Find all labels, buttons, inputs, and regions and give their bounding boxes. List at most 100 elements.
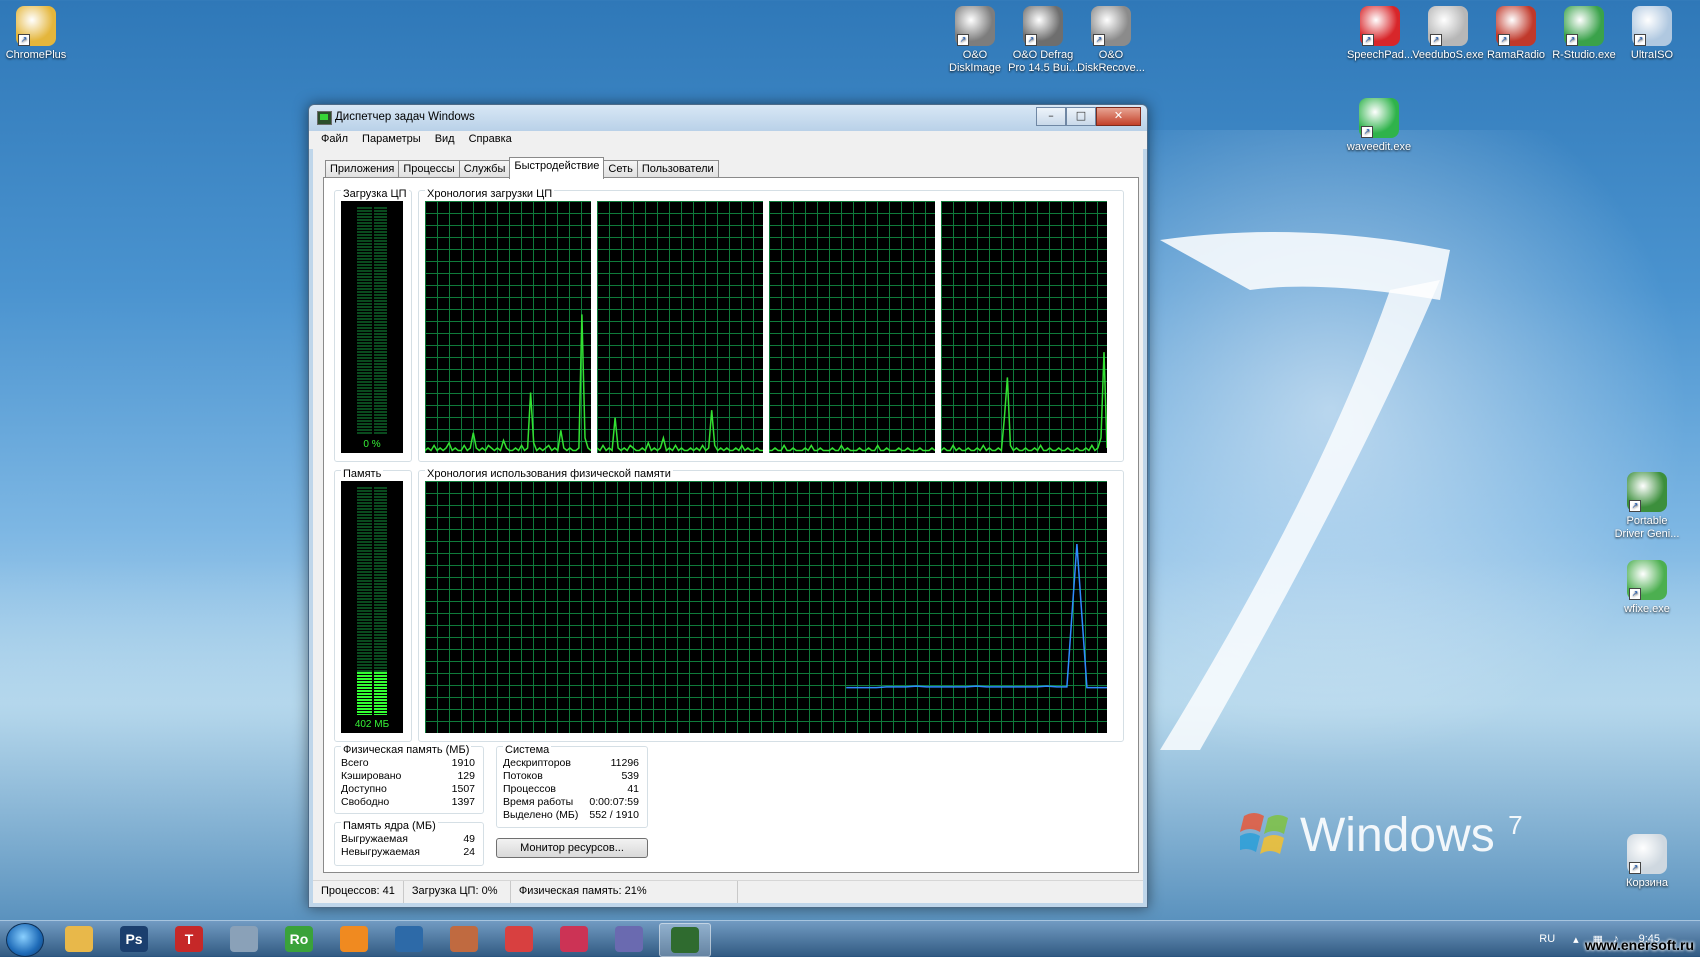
physical-memory-group: Физическая память (МБ) Всего 1910 Кэширова… (334, 744, 484, 814)
x-app-icon (395, 926, 423, 952)
graph-panel (425, 201, 591, 453)
stat-value: 49 (463, 833, 475, 845)
graph-svg (425, 314, 591, 452)
windows-brand: Windows 7 (1300, 808, 1523, 863)
start-button[interactable] (6, 923, 44, 957)
stat-label: Время работы (503, 796, 574, 808)
series-line-cpu-2 (769, 443, 935, 452)
app-icon: ↗ (16, 6, 56, 46)
series-line-cpu-3 (941, 352, 1107, 452)
system-stats: Дескрипторов 11296 Потоков 539 Процессов 41 Вр… (503, 757, 639, 822)
stat-value: 1910 (451, 757, 475, 769)
taskbar-app-explorer[interactable] (54, 923, 104, 955)
desktop-icon[interactable]: ↗ VeeduboS.exe (1412, 6, 1484, 62)
memory-label: Память (341, 468, 384, 480)
tray-arrow-icon[interactable]: ▴ (1573, 933, 1579, 946)
taskbar-app-chrome[interactable] (494, 923, 544, 955)
stat-row: Невыгружаемая 24 (341, 846, 475, 859)
system-title: Система (503, 744, 552, 756)
ro-app-icon: Ro (285, 926, 313, 952)
app-icon: ↗ (1359, 98, 1399, 138)
windows-flag-icon (1240, 813, 1288, 854)
app-icon: ↗ (955, 6, 995, 46)
stat-value: 41 (627, 783, 639, 795)
series-line-cpu-1 (597, 410, 763, 452)
menu-item[interactable]: Параметры (355, 131, 428, 149)
physical-memory-title: Физическая память (МБ) (341, 744, 472, 756)
graph-panel (425, 481, 1107, 733)
close-button[interactable]: ✕ (1096, 107, 1141, 126)
window-title: Диспетчер задач Windows (335, 111, 475, 123)
photoshop-icon: Ps (120, 926, 148, 952)
language-indicator[interactable]: RU (1539, 933, 1555, 945)
desktop-icon[interactable]: ↗ wfixe.exe (1611, 560, 1683, 616)
stat-value: 552 / 1910 (589, 809, 639, 821)
system-group: Система Дескрипторов 11296 Потоков 539 Проце… (496, 744, 648, 828)
app-icon: ↗ (1564, 6, 1604, 46)
cpu-usage-label: Загрузка ЦП (341, 188, 409, 200)
kernel-memory-title: Память ядра (МБ) (341, 820, 438, 832)
app-icon: ↗ (1632, 6, 1672, 46)
desktop-icon-label: UltraISO (1630, 49, 1674, 61)
stat-label: Выделено (МБ) (503, 809, 579, 821)
taskbar-app-t-app[interactable]: T (164, 923, 214, 955)
task-manager-icon (317, 111, 332, 125)
menu-item[interactable]: Вид (428, 131, 462, 149)
taskbar-app-tools[interactable] (219, 923, 269, 955)
desktop-icon-label: Корзина (1626, 877, 1668, 889)
resource-monitor-button[interactable]: Монитор ресурсов... (496, 838, 648, 858)
kernel-memory-group: Память ядра (МБ) Выгружаемая 49 Невыгружае… (334, 820, 484, 866)
app-icon: ↗ (1091, 6, 1131, 46)
taskbar-app-task-manager[interactable] (659, 923, 711, 957)
taskbar-app-browser[interactable] (549, 923, 599, 955)
status-processes: Процессов: 41 (313, 881, 404, 903)
shortcut-arrow-icon: ↗ (18, 34, 30, 46)
memory-value: 402 МБ (354, 719, 390, 730)
app-icon: ↗ (1360, 6, 1400, 46)
desktop-icon-label: VeeduboS.exe (1412, 49, 1484, 61)
desktop-icon-label: R-Studio.exe (1552, 49, 1616, 61)
stat-value: 0:00:07:59 (589, 796, 639, 808)
desktop-icon[interactable]: ↗ SpeechPad... (1344, 6, 1416, 62)
desktop-icon[interactable]: ↗ RamaRadio (1480, 6, 1552, 62)
shortcut-arrow-icon: ↗ (1629, 588, 1641, 600)
stat-row: Выделено (МБ) 552 / 1910 (503, 809, 639, 822)
menu-item[interactable]: Файл (314, 131, 355, 149)
maximize-button[interactable]: □ (1066, 107, 1096, 126)
shortcut-arrow-icon: ↗ (1361, 126, 1373, 138)
taskbar-app-qip[interactable] (604, 923, 654, 955)
minimize-button[interactable]: – (1036, 107, 1066, 126)
tab-3[interactable]: Быстродействие (509, 157, 605, 179)
flower-icon (340, 926, 368, 952)
desktop-icon[interactable]: ↗ O&O Defrag Pro 14.5 Bui... (1007, 6, 1079, 75)
taskbar-app-flower[interactable] (329, 923, 379, 955)
taskbar-app-x-app[interactable] (384, 923, 434, 955)
stat-value: 1507 (451, 783, 475, 795)
taskbar-app-calc[interactable] (439, 923, 489, 955)
desktop-icon[interactable]: ↗ Корзина (1611, 834, 1683, 890)
watermark: www.enersoft.ru (1584, 937, 1694, 953)
stat-label: Выгружаемая (341, 833, 408, 845)
desktop-icon[interactable]: ↗ O&O DiskRecove... (1075, 6, 1147, 75)
stat-row: Время работы 0:00:07:59 (503, 796, 639, 809)
stat-value: 11296 (610, 757, 639, 769)
shortcut-arrow-icon: ↗ (957, 34, 969, 46)
desktop-icon[interactable]: ↗ waveedit.exe (1343, 98, 1415, 154)
desktop-icon[interactable]: ↗ UltraISO (1616, 6, 1688, 62)
app-icon: ↗ (1023, 6, 1063, 46)
stat-row: Доступно 1507 (341, 783, 475, 796)
desktop-icon[interactable]: ↗ Portable Driver Geni... (1611, 472, 1683, 541)
stat-row: Потоков 539 (503, 770, 639, 783)
title-bar[interactable]: Диспетчер задач Windows – □ ✕ (309, 105, 1147, 131)
qip-icon (615, 926, 643, 952)
memory-history-group: Хронология использования физической памя… (418, 468, 1124, 742)
taskbar-app-ro-app[interactable]: Ro (274, 923, 324, 955)
app-icon: ↗ (1627, 834, 1667, 874)
desktop-icon[interactable]: ↗ O&O DiskImage (939, 6, 1011, 75)
physical-memory-stats: Всего 1910 Кэшировано 129 Доступно 1507 Свобод… (341, 757, 475, 809)
desktop-icon[interactable]: ↗ ChromePlus (0, 6, 72, 62)
menu-item[interactable]: Справка (462, 131, 519, 149)
taskbar-app-photoshop[interactable]: Ps (109, 923, 159, 955)
desktop-icon[interactable]: ↗ R-Studio.exe (1548, 6, 1620, 62)
app-icon: ↗ (1496, 6, 1536, 46)
